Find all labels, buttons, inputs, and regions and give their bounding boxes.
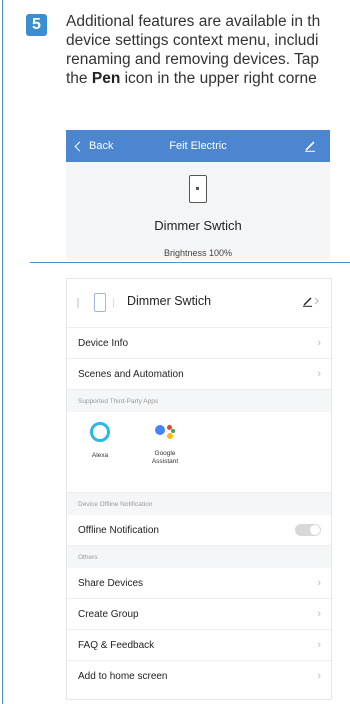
app-label: Alexa xyxy=(91,452,109,459)
alexa-icon xyxy=(90,422,110,442)
section-header-apps: Supported Third-Party Apps xyxy=(67,390,331,412)
screen-title: Feit Electric xyxy=(169,140,227,152)
app-label: Google Assistant xyxy=(140,450,190,466)
section-divider xyxy=(30,262,350,263)
instruction-line: device settings context menu, includi xyxy=(66,32,319,49)
row-label: Scenes and Automation xyxy=(78,368,184,380)
device-settings-screen: Dimmer Swtich Device Info › Scenes and A… xyxy=(66,278,332,700)
share-devices-row[interactable]: Share Devices › xyxy=(67,568,331,599)
google-assistant-app-tile[interactable]: Google Assistant xyxy=(140,422,190,466)
google-assistant-icon xyxy=(154,422,176,442)
instruction-line: Additional features are available in th xyxy=(66,13,321,30)
chevron-right-icon: › xyxy=(317,670,321,682)
instruction-text-fragment: icon in the upper right corne xyxy=(120,70,317,87)
faq-feedback-row[interactable]: FAQ & Feedback › xyxy=(67,630,331,661)
header-separator xyxy=(113,298,114,308)
pen-icon[interactable] xyxy=(304,140,316,155)
step-number-badge: 5 xyxy=(26,14,47,36)
chevron-right-icon: › xyxy=(317,577,321,589)
row-label: Device Info xyxy=(78,337,129,349)
chevron-right-icon: › xyxy=(317,337,321,349)
header-handle xyxy=(77,298,79,308)
offline-notification-toggle[interactable] xyxy=(295,524,321,536)
brightness-status: Brightness 100% xyxy=(163,248,233,258)
instruction-text: Additional features are available in th … xyxy=(66,12,350,88)
switch-device-icon xyxy=(94,293,106,312)
chevron-right-icon: › xyxy=(317,639,321,651)
pen-keyword: Pen xyxy=(91,70,121,87)
third-party-apps: Alexa Google Assistant xyxy=(67,412,331,493)
row-label: Share Devices xyxy=(78,577,144,589)
device-screen-preview: Back Feit Electric Dimmer Swtich Brightn… xyxy=(66,130,330,260)
instruction-text-fragment: the xyxy=(66,70,92,87)
app-label-line: Google Assistant xyxy=(151,450,179,465)
switch-device-icon xyxy=(189,175,207,203)
chevron-right-icon: › xyxy=(317,608,321,620)
scenes-automation-row[interactable]: Scenes and Automation › xyxy=(67,359,331,390)
row-label: Offline Notification xyxy=(78,524,159,536)
add-to-home-screen-row[interactable]: Add to home screen › xyxy=(67,661,331,691)
offline-notification-row: Offline Notification xyxy=(67,515,331,546)
section-header-others: Others xyxy=(67,546,331,568)
row-label: FAQ & Feedback xyxy=(78,639,155,651)
settings-device-name: Dimmer Swtich xyxy=(127,294,212,308)
device-name: Dimmer Swtich xyxy=(154,218,242,233)
create-group-row[interactable]: Create Group › xyxy=(67,599,331,630)
row-label: Add to home screen xyxy=(78,670,168,682)
app-top-bar: Back Feit Electric xyxy=(66,130,330,162)
row-label: Create Group xyxy=(78,608,139,620)
pen-icon xyxy=(303,297,319,307)
alexa-app-tile[interactable]: Alexa xyxy=(75,422,125,459)
settings-header: Dimmer Swtich xyxy=(67,279,331,328)
instruction-line: renaming and removing devices. Tap xyxy=(66,51,320,68)
left-margin-rule xyxy=(2,0,3,704)
device-info-row[interactable]: Device Info › xyxy=(67,328,331,359)
section-header-offline: Device Offline Notification xyxy=(67,493,331,515)
edit-name-button[interactable] xyxy=(303,295,321,310)
instruction-line: the Pen icon in the upper right corne xyxy=(66,69,350,88)
chevron-right-icon: › xyxy=(317,368,321,380)
